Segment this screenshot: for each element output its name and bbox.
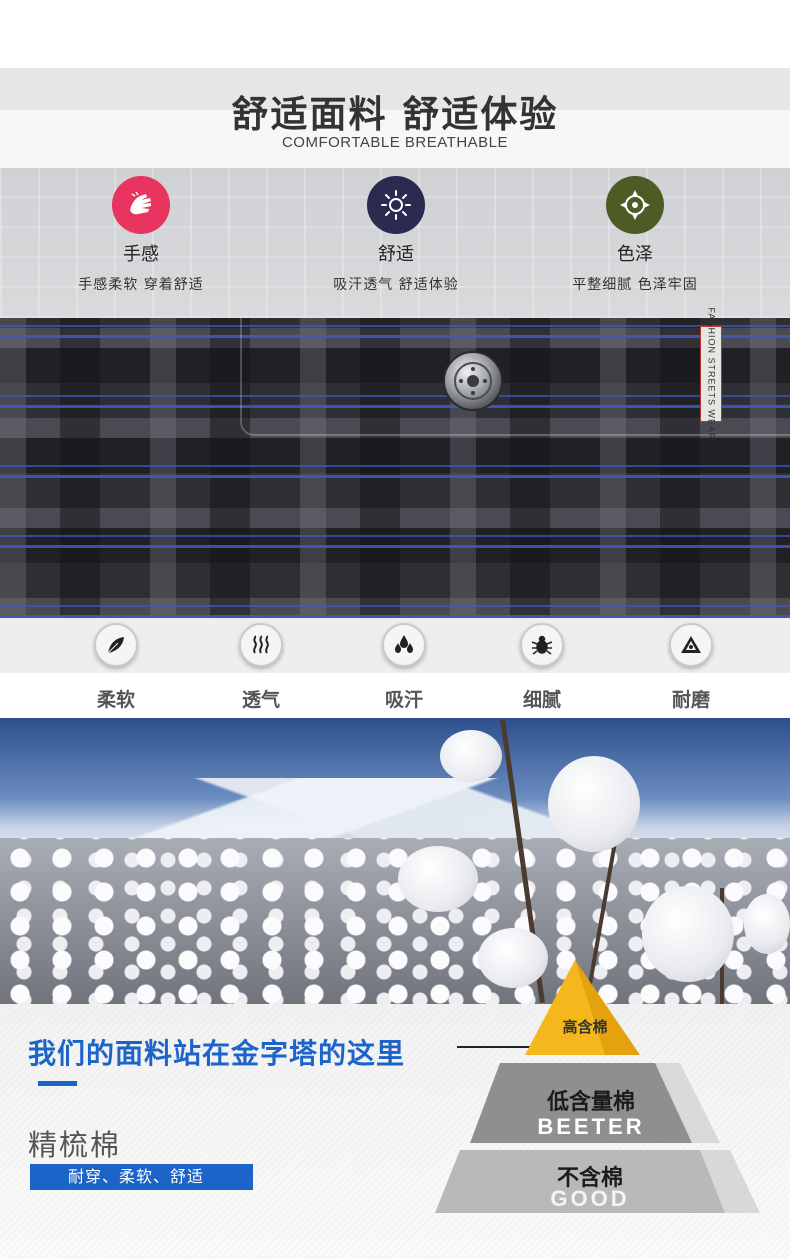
property-durable: 耐磨 [641, 623, 741, 712]
property-soft: 柔软 [66, 623, 166, 712]
brand-label-text: FASHION STREETS WEAR [706, 307, 717, 441]
pyramid-middle-label: 低含量棉 [546, 1090, 635, 1115]
property-breathable: 透气 [211, 623, 311, 712]
property-label: 细腻 [522, 689, 561, 711]
features-band: 手感 手感柔软 穿着舒适 舒适 吸汗透气 舒适体验 色泽 平整细腻 色泽牢固 [0, 168, 790, 318]
property-label: 柔软 [96, 689, 135, 711]
cotton-boll [398, 846, 478, 912]
sun-icon [367, 176, 425, 234]
feature-comfort: 舒适 吸汗透气 舒适体验 [296, 176, 496, 294]
benefits-banner: 耐穿、柔软、舒适 [30, 1164, 253, 1190]
feature-desc: 吸汗透气 舒适体验 [333, 277, 459, 293]
feature-title: 色泽 [617, 244, 653, 265]
faint-caption: WE STAND ON THE TOP OF PYRAMID [40, 1006, 359, 1018]
properties-band: 柔软 透气 吸汗 细腻 耐磨 [0, 618, 790, 718]
color-target-icon [606, 176, 664, 234]
feature-desc: 手感柔软 穿着舒适 [78, 277, 204, 293]
pyramid-top-label: 高含棉 [562, 1018, 608, 1036]
page-subtitle: COMFORTABLE BREATHABLE [281, 134, 509, 151]
hand-icon [112, 176, 170, 234]
feature-color: 色泽 平整细腻 色泽牢固 [535, 176, 735, 294]
property-absorbent: 吸汗 [354, 623, 454, 712]
button-image [443, 351, 503, 411]
feather-icon [94, 623, 138, 667]
heat-waves-icon [239, 623, 283, 667]
page-title: 舒适面料 舒适体验 [231, 93, 559, 136]
water-drops-icon [382, 623, 426, 667]
feature-title: 舒适 [378, 244, 414, 265]
feature-desc: 平整细腻 色泽牢固 [572, 277, 698, 293]
cotton-boll [440, 730, 502, 782]
fabric-photo [0, 318, 790, 618]
feature-feel: 手感 手感柔软 穿着舒适 [41, 176, 241, 294]
bug-icon [520, 623, 564, 667]
pyramid-slogan: 我们的面料站在金字塔的这里 [28, 1037, 406, 1070]
fabric-name: 精梳棉 [28, 1128, 122, 1162]
pyramid-bottom-sublabel: GOOD [550, 1186, 630, 1211]
property-fine: 细腻 [492, 623, 592, 712]
feature-title: 手感 [123, 244, 159, 265]
brand-label-tag: FASHION STREETS WEAR [700, 307, 722, 441]
property-label: 吸汗 [384, 689, 423, 711]
warning-triangle-icon [669, 623, 713, 667]
accent-bar [38, 1081, 77, 1086]
property-label: 耐磨 [671, 689, 710, 711]
cotton-boll [548, 756, 640, 852]
cotton-boll [744, 894, 790, 954]
pyramid-middle-sublabel: BEETER [537, 1114, 645, 1139]
property-label: 透气 [241, 689, 280, 711]
